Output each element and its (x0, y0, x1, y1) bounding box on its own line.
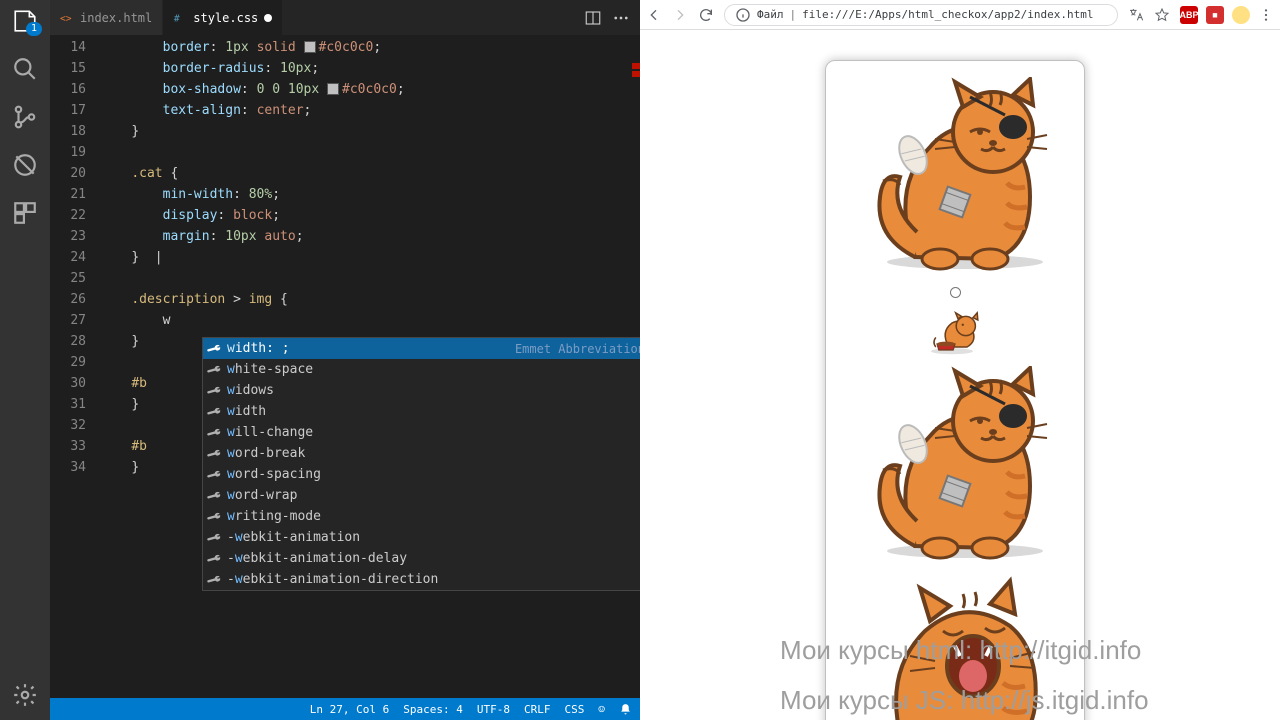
profile-avatar[interactable] (1232, 6, 1250, 24)
search-icon[interactable] (12, 56, 38, 82)
browser-toolbar: Файл | file:///E:/Apps/html_checkox/app2… (640, 0, 1280, 30)
url-origin-label: Файл (757, 8, 784, 21)
source-control-icon[interactable] (12, 104, 38, 130)
suggest-item[interactable]: word-wrap (203, 485, 640, 506)
watermark-text: Мои курсы html: http://itgid.info (780, 635, 1141, 666)
status-bell-icon[interactable] (619, 703, 632, 716)
translate-icon[interactable] (1128, 7, 1144, 23)
browser-viewport[interactable]: Мои курсы html: http://itgid.info Мои ку… (640, 30, 1280, 720)
status-bar: ⊘2 ⚠0 Ln 27, Col 6 Spaces: 4 UTF-8 CRLF … (0, 698, 640, 720)
tab-style-css[interactable]: # style.css (163, 0, 283, 35)
explorer-badge: 1 (26, 22, 42, 36)
chrome-menu-icon[interactable] (1258, 7, 1274, 23)
suggest-item[interactable]: widows (203, 380, 640, 401)
back-icon[interactable] (646, 7, 662, 23)
debug-icon[interactable] (12, 152, 38, 178)
extensions-icon[interactable] (12, 200, 38, 226)
svg-text:<>: <> (60, 13, 72, 24)
suggest-item[interactable]: width: ;Emmet Abbreviation i (203, 338, 640, 359)
watermark-text: Мои курсы JS: http://js.itgid.info (780, 685, 1149, 716)
suggest-item[interactable]: word-spacing (203, 464, 640, 485)
reload-icon[interactable] (698, 7, 714, 23)
tab-index-html[interactable]: <> index.html (50, 0, 163, 35)
split-editor-icon[interactable] (584, 9, 602, 27)
status-language[interactable]: CSS (565, 703, 585, 716)
code-editor[interactable]: 14 15 16 17 18 19 20 21 22 23 24 25 26 2… (50, 35, 640, 698)
tab-bar: <> index.html # style.css (50, 0, 640, 35)
cat-radio[interactable] (950, 287, 961, 298)
forward-icon[interactable] (672, 7, 688, 23)
css-file-icon: # (173, 11, 187, 25)
status-cursor-pos[interactable]: Ln 27, Col 6 (310, 703, 389, 716)
dirty-indicator-icon (264, 14, 272, 22)
status-indent[interactable]: Spaces: 4 (403, 703, 463, 716)
cat-card (825, 60, 1085, 720)
url-text: file:///E:/Apps/html_checkox/app2/index.… (802, 8, 1093, 21)
status-eol[interactable]: CRLF (524, 703, 551, 716)
suggest-item[interactable]: -webkit-animation-delay (203, 548, 640, 569)
status-feedback-icon[interactable]: ☺ (598, 703, 605, 716)
suggest-item[interactable]: word-break (203, 443, 640, 464)
cat-image-injured (855, 366, 1055, 570)
tab-label: index.html (80, 11, 152, 25)
error-scroll-marker (632, 71, 640, 77)
address-bar[interactable]: Файл | file:///E:/Apps/html_checkox/app2… (724, 4, 1118, 26)
info-icon[interactable] (735, 7, 751, 23)
status-encoding[interactable]: UTF-8 (477, 703, 510, 716)
gear-icon[interactable] (12, 682, 38, 708)
suggest-item[interactable]: will-change (203, 422, 640, 443)
abp-extension-icon[interactable]: ABP (1180, 6, 1198, 24)
error-scroll-marker (632, 63, 640, 69)
suggest-item[interactable]: -webkit-animation (203, 527, 640, 548)
cat-image-injured (855, 77, 1055, 281)
html-file-icon: <> (60, 11, 74, 25)
suggest-item[interactable]: -webkit-animation-direction (203, 569, 640, 590)
svg-text:#: # (174, 13, 180, 24)
suggest-widget[interactable]: width: ;Emmet Abbreviation iwhite-spacew… (202, 337, 640, 591)
suggest-item[interactable]: writing-mode (203, 506, 640, 527)
suggest-item[interactable]: white-space (203, 359, 640, 380)
star-icon[interactable] (1154, 7, 1170, 23)
cat-image-eating (925, 308, 985, 360)
line-gutter: 14 15 16 17 18 19 20 21 22 23 24 25 26 2… (50, 35, 100, 698)
activity-bar: 1 (0, 0, 50, 720)
suggest-item[interactable]: width (203, 401, 640, 422)
tab-label: style.css (193, 11, 258, 25)
extension-icon[interactable]: ■ (1206, 6, 1224, 24)
explorer-icon[interactable]: 1 (12, 8, 38, 34)
more-actions-icon[interactable] (612, 9, 630, 27)
